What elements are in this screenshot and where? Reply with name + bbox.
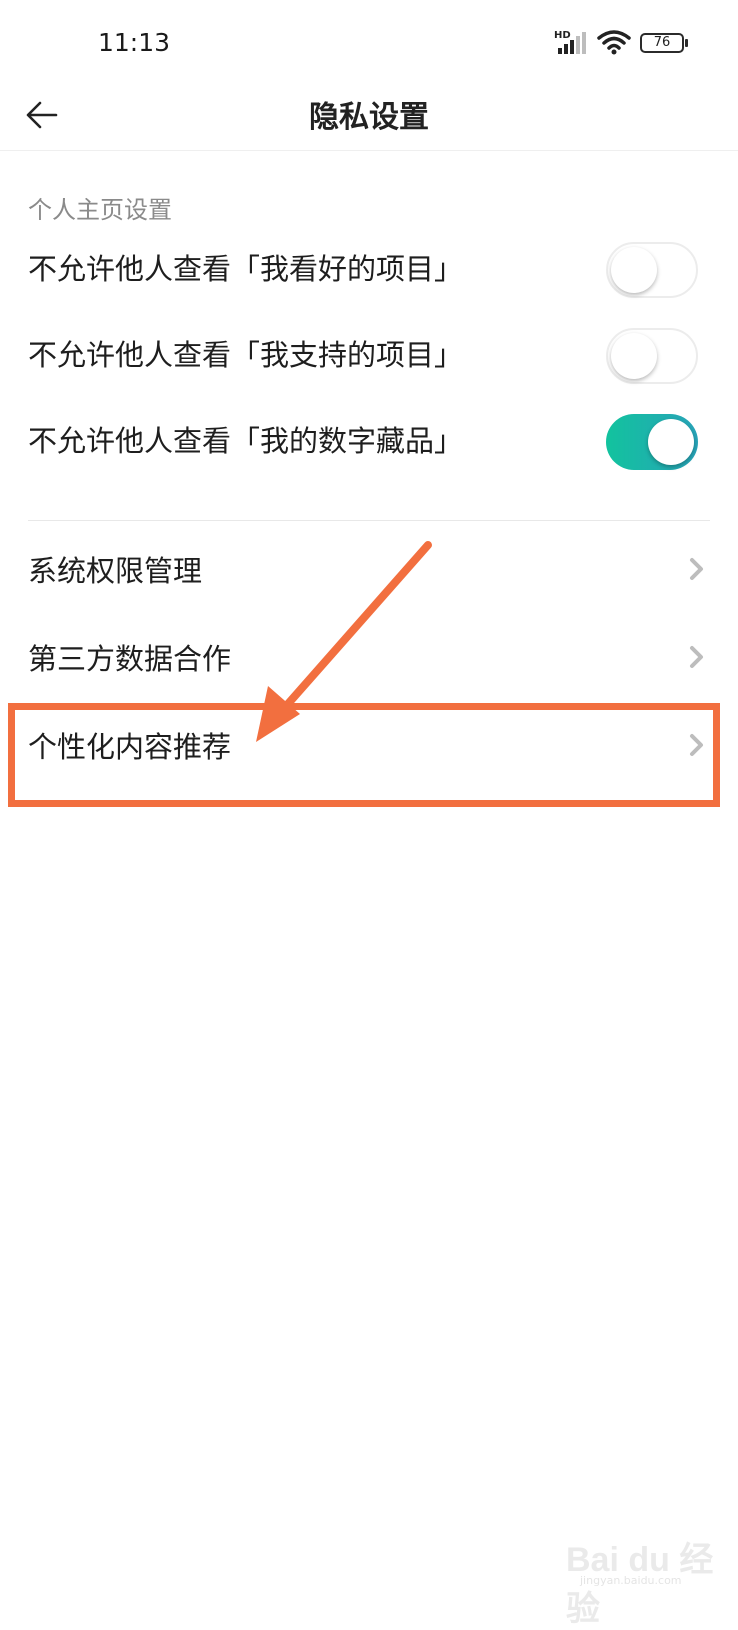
toggle-row-watched-projects: 不允许他人查看「我看好的项目」 (0, 226, 738, 312)
status-bar: 11:13 HD 76 (0, 0, 738, 84)
section-label-profile: 个人主页设置 (28, 196, 172, 224)
chevron-right-icon (690, 734, 703, 756)
menu-item-label: 个性化内容推荐 (28, 730, 232, 764)
baidu-watermark: Bai du 经验 jingyan.baidu.com (566, 1500, 726, 1628)
chevron-right-icon (690, 558, 703, 580)
signal-icon (558, 32, 586, 54)
menu-item-personalized-recommendation[interactable]: 个性化内容推荐 (0, 700, 738, 788)
switch-knob (611, 247, 657, 293)
section-divider (28, 520, 710, 521)
page-title: 隐私设置 (309, 100, 429, 135)
navigation-bar: 隐私设置 (0, 84, 738, 151)
status-time: 11:13 (98, 28, 171, 57)
toggle-row-supported-projects: 不允许他人查看「我支持的项目」 (0, 312, 738, 398)
battery-tip (685, 39, 688, 47)
toggle-label: 不允许他人查看「我看好的项目」 (28, 252, 464, 286)
battery-icon: 76 (640, 33, 684, 53)
toggle-row-digital-collections: 不允许他人查看「我的数字藏品」 (0, 398, 738, 484)
supported-projects-switch[interactable] (606, 328, 698, 384)
toggle-label: 不允许他人查看「我支持的项目」 (28, 338, 464, 372)
battery-level: 76 (653, 35, 671, 50)
toggle-label: 不允许他人查看「我的数字藏品」 (28, 424, 464, 458)
menu-item-third-party-data[interactable]: 第三方数据合作 (0, 612, 738, 700)
switch-knob (648, 419, 694, 465)
watermark-url: jingyan.baidu.com (580, 1574, 682, 1587)
wifi-icon (597, 30, 631, 55)
menu-item-system-permissions[interactable]: 系统权限管理 (0, 524, 738, 612)
watched-projects-switch[interactable] (606, 242, 698, 298)
menu-item-label: 系统权限管理 (28, 554, 203, 588)
chevron-right-icon (690, 646, 703, 668)
switch-knob (611, 333, 657, 379)
digital-collections-switch[interactable] (606, 414, 698, 470)
menu-item-label: 第三方数据合作 (28, 642, 232, 676)
